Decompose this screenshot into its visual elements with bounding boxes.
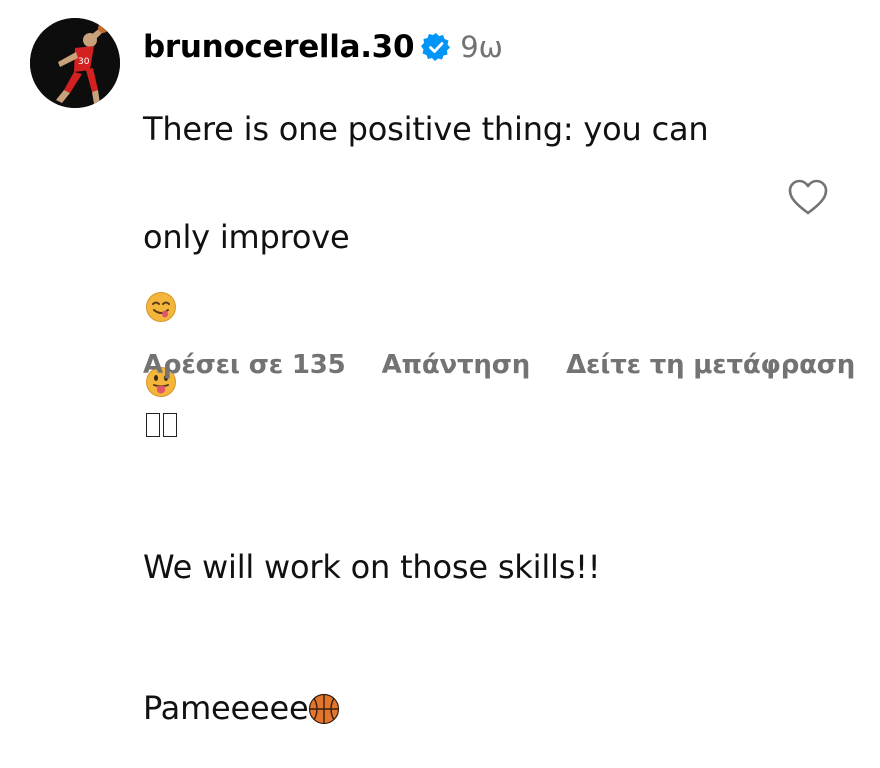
heart-outline-icon <box>788 179 828 215</box>
comment-body: There is one positive thing: you can onl… <box>143 75 783 768</box>
basketball-player-avatar: 30 <box>30 18 120 108</box>
comment-text-fragment: Pameeeee <box>143 689 309 727</box>
comment-line: There is one positive thing: you can <box>143 110 709 148</box>
missing-glyph-box <box>163 413 177 437</box>
username-link[interactable]: brunocerella.30 <box>143 29 415 65</box>
comment-header: brunocerella.30 9ω <box>143 22 503 72</box>
comment-text-fragment: only improve <box>143 218 350 256</box>
basketball-emoji <box>308 657 340 732</box>
comment-line: Pameeeee <box>143 621 783 732</box>
missing-glyph-box <box>146 413 160 437</box>
comment-line: We will work on those skills!! <box>143 548 601 586</box>
like-button[interactable] <box>786 176 830 220</box>
timestamp[interactable]: 9ω <box>460 30 503 64</box>
reply-button[interactable]: Απάντηση <box>382 350 531 380</box>
verified-badge-icon <box>421 32 451 62</box>
avatar[interactable]: 30 <box>30 18 120 108</box>
svg-text:30: 30 <box>78 57 90 67</box>
comment-actions: Αρέσει σε 135 Απάντηση Δείτε τη μετάφρασ… <box>143 345 880 385</box>
comment-line: only improve <box>143 183 783 441</box>
likes-count[interactable]: Αρέσει σε 135 <box>143 350 346 380</box>
savoring-face-emoji <box>145 255 177 330</box>
see-translation-button[interactable]: Δείτε τη μετάφραση <box>566 350 855 380</box>
